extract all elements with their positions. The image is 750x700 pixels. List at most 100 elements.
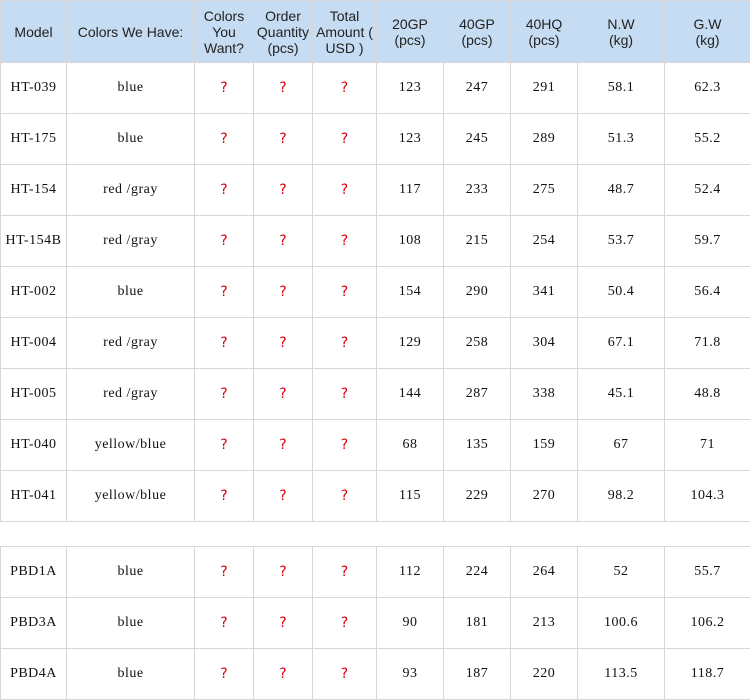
- cell-net-weight: 52: [578, 547, 665, 598]
- cell-gross-weight: 71: [665, 420, 750, 471]
- cell-colors-have: red /gray: [67, 318, 195, 369]
- cell-model: PBD1A: [1, 547, 67, 598]
- header-colors-you-want: ColorsYouWant?: [195, 1, 254, 63]
- cell-colors-have: red /gray: [67, 216, 195, 267]
- cell-gross-weight: 106.2: [665, 598, 750, 649]
- cell-colors-want: ?: [195, 547, 254, 598]
- cell-40gp: 187: [444, 649, 511, 700]
- cell-order-quantity: ?: [254, 598, 313, 649]
- cell-40hq: 270: [511, 471, 578, 522]
- cell-model: HT-039: [1, 63, 67, 114]
- cell-40hq: 289: [511, 114, 578, 165]
- cell-total-amount: ?: [313, 649, 377, 700]
- cell-order-quantity: ?: [254, 267, 313, 318]
- cell-gross-weight: 104.3: [665, 471, 750, 522]
- cell-total-amount: ?: [313, 547, 377, 598]
- cell-order-quantity: ?: [254, 114, 313, 165]
- cell-40hq: 341: [511, 267, 578, 318]
- header-40hq: 40HQ(pcs): [511, 1, 578, 63]
- cell-colors-want: ?: [195, 165, 254, 216]
- header-colors-we-have: Colors We Have:: [67, 1, 195, 63]
- cell-colors-want: ?: [195, 114, 254, 165]
- cell-model: HT-002: [1, 267, 67, 318]
- cell-total-amount: ?: [313, 471, 377, 522]
- cell-colors-want: ?: [195, 63, 254, 114]
- cell-order-quantity: ?: [254, 471, 313, 522]
- header-net-weight: N.W(kg): [578, 1, 665, 63]
- cell-net-weight: 98.2: [578, 471, 665, 522]
- cell-20gp: 117: [377, 165, 444, 216]
- cell-40hq: 159: [511, 420, 578, 471]
- cell-net-weight: 100.6: [578, 598, 665, 649]
- product-table: Model Colors We Have: ColorsYouWant? Ord…: [0, 0, 750, 700]
- cell-40hq: 213: [511, 598, 578, 649]
- cell-colors-have: blue: [67, 267, 195, 318]
- cell-colors-have: blue: [67, 598, 195, 649]
- cell-order-quantity: ?: [254, 649, 313, 700]
- cell-net-weight: 53.7: [578, 216, 665, 267]
- cell-colors-want: ?: [195, 598, 254, 649]
- cell-20gp: 115: [377, 471, 444, 522]
- cell-20gp: 93: [377, 649, 444, 700]
- table-body: HT-039blue???12324729158.162.3HT-175blue…: [1, 63, 750, 700]
- separator-cell: [1, 522, 750, 547]
- cell-40gp: 258: [444, 318, 511, 369]
- cell-model: HT-154B: [1, 216, 67, 267]
- cell-colors-want: ?: [195, 471, 254, 522]
- cell-gross-weight: 55.2: [665, 114, 750, 165]
- header-order-quantity: OrderQuantity(pcs): [254, 1, 313, 63]
- cell-order-quantity: ?: [254, 216, 313, 267]
- cell-net-weight: 51.3: [578, 114, 665, 165]
- cell-order-quantity: ?: [254, 547, 313, 598]
- cell-colors-have: blue: [67, 649, 195, 700]
- cell-40gp: 215: [444, 216, 511, 267]
- cell-40gp: 181: [444, 598, 511, 649]
- table-row: PBD3Ablue???90181213100.6106.2: [1, 598, 750, 649]
- cell-20gp: 112: [377, 547, 444, 598]
- cell-order-quantity: ?: [254, 318, 313, 369]
- cell-40hq: 254: [511, 216, 578, 267]
- cell-total-amount: ?: [313, 420, 377, 471]
- cell-40gp: 290: [444, 267, 511, 318]
- cell-40gp: 287: [444, 369, 511, 420]
- cell-20gp: 129: [377, 318, 444, 369]
- cell-model: HT-154: [1, 165, 67, 216]
- cell-total-amount: ?: [313, 267, 377, 318]
- cell-gross-weight: 55.7: [665, 547, 750, 598]
- group-separator: [1, 522, 750, 547]
- cell-total-amount: ?: [313, 369, 377, 420]
- cell-total-amount: ?: [313, 165, 377, 216]
- cell-20gp: 144: [377, 369, 444, 420]
- header-40gp: 40GP(pcs): [444, 1, 511, 63]
- cell-total-amount: ?: [313, 598, 377, 649]
- cell-40hq: 304: [511, 318, 578, 369]
- table-row: HT-002blue???15429034150.456.4: [1, 267, 750, 318]
- cell-20gp: 90: [377, 598, 444, 649]
- cell-gross-weight: 48.8: [665, 369, 750, 420]
- cell-colors-want: ?: [195, 216, 254, 267]
- header-model: Model: [1, 1, 67, 63]
- cell-net-weight: 58.1: [578, 63, 665, 114]
- cell-model: HT-005: [1, 369, 67, 420]
- cell-gross-weight: 118.7: [665, 649, 750, 700]
- cell-40hq: 275: [511, 165, 578, 216]
- cell-net-weight: 45.1: [578, 369, 665, 420]
- cell-20gp: 123: [377, 114, 444, 165]
- cell-total-amount: ?: [313, 114, 377, 165]
- cell-colors-want: ?: [195, 649, 254, 700]
- cell-total-amount: ?: [313, 216, 377, 267]
- table-row: HT-040yellow/blue???681351596771: [1, 420, 750, 471]
- cell-model: PBD3A: [1, 598, 67, 649]
- cell-40gp: 229: [444, 471, 511, 522]
- cell-net-weight: 67.1: [578, 318, 665, 369]
- cell-total-amount: ?: [313, 318, 377, 369]
- cell-colors-want: ?: [195, 420, 254, 471]
- cell-order-quantity: ?: [254, 165, 313, 216]
- cell-colors-have: red /gray: [67, 369, 195, 420]
- cell-gross-weight: 59.7: [665, 216, 750, 267]
- table-row: HT-004red /gray???12925830467.171.8: [1, 318, 750, 369]
- cell-colors-have: blue: [67, 114, 195, 165]
- cell-colors-have: blue: [67, 547, 195, 598]
- cell-net-weight: 113.5: [578, 649, 665, 700]
- cell-net-weight: 48.7: [578, 165, 665, 216]
